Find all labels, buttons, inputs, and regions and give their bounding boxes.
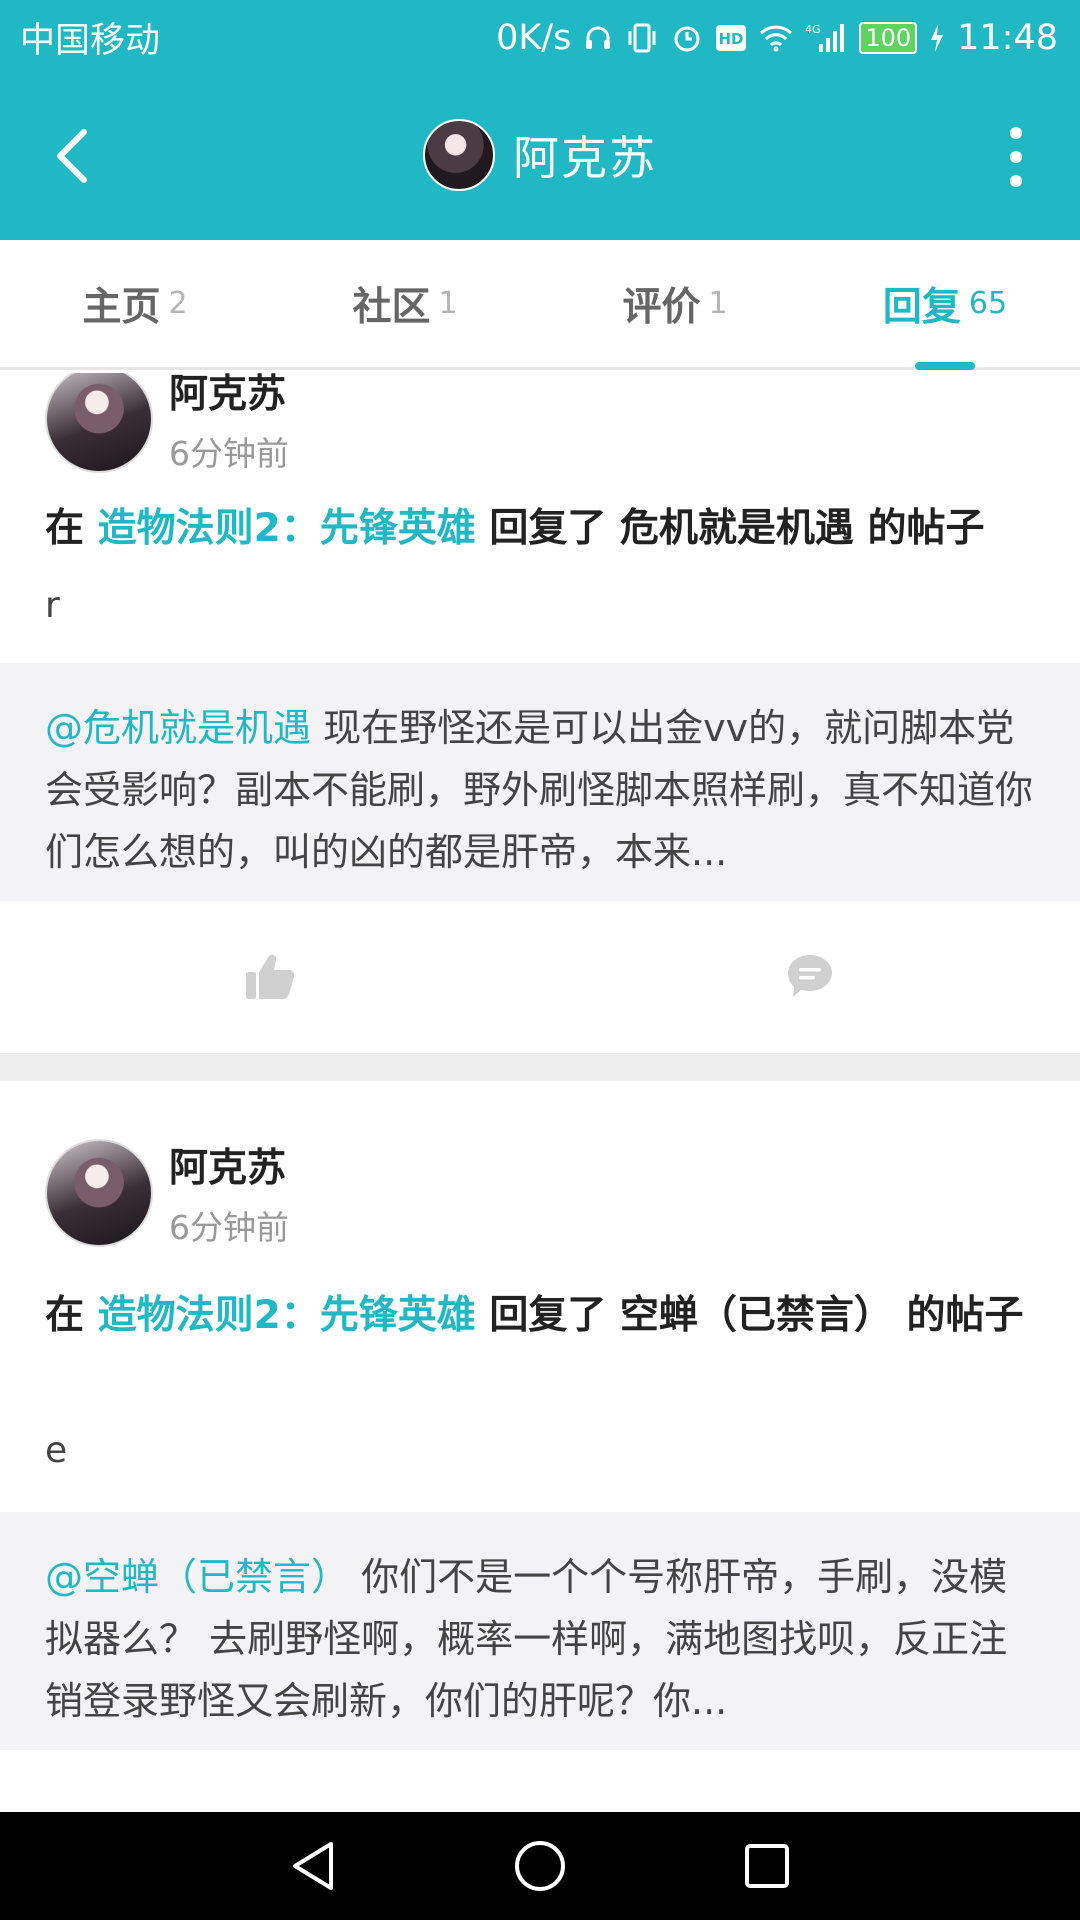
svg-text:4G: 4G xyxy=(805,23,821,36)
card-divider xyxy=(0,1053,1080,1081)
title-avatar[interactable] xyxy=(423,119,495,191)
author-row: 阿克苏 6分钟前 xyxy=(45,1137,289,1249)
quote-mention[interactable]: @危机就是机遇 xyxy=(45,706,311,750)
reply-feed[interactable]: 阿克苏 6分钟前 在 造物法则2：先锋英雄 回复了 危机就是机遇 的帖子 r @… xyxy=(0,373,1080,1813)
reply-body: r xyxy=(45,585,60,626)
post-actions xyxy=(0,901,1080,1051)
active-tab-indicator xyxy=(915,362,975,370)
more-vertical-icon[interactable] xyxy=(996,127,1036,187)
comment-icon xyxy=(788,955,832,997)
tab-replies[interactable]: 回复 65 xyxy=(810,240,1080,370)
profile-title: 阿克苏 xyxy=(0,119,1080,191)
signal-icon: 4G xyxy=(805,22,847,54)
target-user[interactable]: 危机就是机遇 xyxy=(620,506,854,551)
carrier-label: 中国移动 xyxy=(20,21,161,61)
page-title: 阿克苏 xyxy=(513,131,657,185)
action-verb: 回复了 xyxy=(489,506,607,551)
tab-label: 评价 xyxy=(622,284,701,330)
status-bar: 中国移动 0K/s HD 4G 100 11:48 xyxy=(0,0,1080,75)
tab-label: 主页 xyxy=(82,284,161,330)
tab-home[interactable]: 主页 2 xyxy=(0,240,270,367)
action-suffix: 的帖子 xyxy=(867,506,985,551)
nav-home-icon xyxy=(514,1841,565,1891)
svg-text:HD: HD xyxy=(719,30,744,48)
nav-recents-icon xyxy=(744,1844,789,1888)
action-verb: 回复了 xyxy=(489,1293,607,1338)
author-meta: 阿克苏 6分钟前 xyxy=(169,1137,289,1249)
comment-button[interactable] xyxy=(540,901,1080,1051)
author-meta: 阿克苏 6分钟前 xyxy=(169,373,289,475)
action-prefix: 在 xyxy=(45,1293,85,1338)
nav-back-icon xyxy=(293,1842,334,1890)
reply-action-line: 在 造物法则2：先锋英雄 回复了 危机就是机遇 的帖子 xyxy=(45,500,1035,557)
game-link[interactable]: 造物法则2：先锋英雄 xyxy=(98,1293,476,1338)
post-time: 6分钟前 xyxy=(169,434,289,473)
status-icons: 0K/s HD 4G 100 11:48 xyxy=(496,18,1058,58)
tab-label: 社区 xyxy=(352,284,431,330)
quoted-post[interactable]: @危机就是机遇 现在野怪还是可以出金vv的，就问脚本党会受影响？副本不能刷，野外… xyxy=(0,663,1080,901)
author-name[interactable]: 阿克苏 xyxy=(169,373,289,419)
post-time: 6分钟前 xyxy=(169,1208,289,1247)
reply-card[interactable]: 阿克苏 6分钟前 在 造物法则2：先锋英雄 回复了 空蝉（已禁言） 的帖子 e … xyxy=(0,1081,1080,1813)
tab-label: 回复 xyxy=(882,284,961,330)
tab-count: 2 xyxy=(168,286,188,321)
profile-tabs: 主页 2 社区 1 评价 1 回复 65 xyxy=(0,240,1080,370)
thumbs-up-icon xyxy=(246,954,295,999)
quote-mention[interactable]: @空蝉（已禁言） xyxy=(45,1555,349,1599)
title-bar: 阿克苏 xyxy=(0,75,1080,240)
action-suffix: 的帖子 xyxy=(906,1293,1024,1338)
action-prefix: 在 xyxy=(45,506,85,551)
vibrate-icon xyxy=(625,22,659,54)
target-user[interactable]: 空蝉（已禁言） xyxy=(620,1293,893,1338)
tab-count: 65 xyxy=(968,286,1008,321)
tab-count: 1 xyxy=(438,286,458,321)
headphones-icon xyxy=(583,23,613,53)
avatar[interactable] xyxy=(45,1139,153,1247)
battery-indicator: 100 xyxy=(859,21,918,54)
nav-home-button[interactable] xyxy=(510,1836,570,1896)
tab-community[interactable]: 社区 1 xyxy=(270,240,540,367)
like-button[interactable] xyxy=(0,901,540,1051)
system-nav-bar xyxy=(0,1812,1080,1920)
net-speed: 0K/s xyxy=(496,17,572,58)
reply-body: e xyxy=(45,1430,68,1471)
author-row: 阿克苏 6分钟前 xyxy=(45,373,289,475)
hd-icon: HD xyxy=(715,24,747,52)
clock-time: 11:48 xyxy=(957,17,1058,58)
reply-card[interactable]: 阿克苏 6分钟前 在 造物法则2：先锋英雄 回复了 危机就是机遇 的帖子 r @… xyxy=(0,373,1080,1053)
wifi-icon xyxy=(759,23,793,53)
game-link[interactable]: 造物法则2：先锋英雄 xyxy=(98,506,476,551)
avatar[interactable] xyxy=(45,373,153,473)
charging-icon xyxy=(929,23,945,53)
tab-count: 1 xyxy=(708,286,728,321)
screen: 中国移动 0K/s HD 4G 100 11:48 阿克苏 主页 2 社区 1 … xyxy=(0,0,1080,1920)
nav-back-button[interactable] xyxy=(283,1836,343,1896)
alarm-icon xyxy=(671,22,703,54)
tab-reviews[interactable]: 评价 1 xyxy=(540,240,810,367)
author-name[interactable]: 阿克苏 xyxy=(169,1137,289,1193)
quoted-post[interactable]: @空蝉（已禁言） 你们不是一个个号称肝帝，手刷，没模拟器么？ 去刷野怪啊，概率一… xyxy=(0,1512,1080,1750)
reply-action-line: 在 造物法则2：先锋英雄 回复了 空蝉（已禁言） 的帖子 xyxy=(45,1287,1035,1344)
nav-recents-button[interactable] xyxy=(737,1836,797,1896)
